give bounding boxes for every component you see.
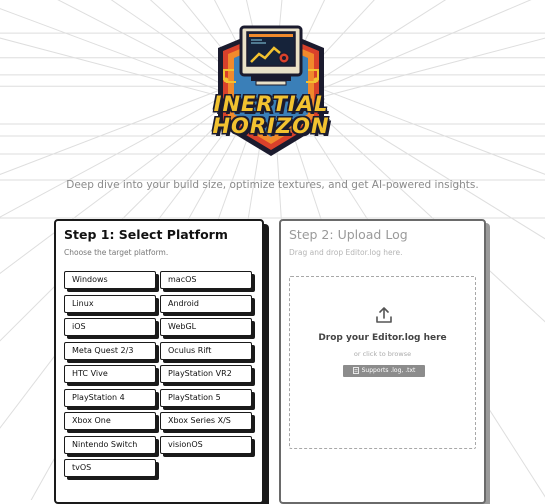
platform-button-ios[interactable]: iOS [64, 318, 156, 336]
platform-button-windows[interactable]: Windows [64, 271, 156, 289]
upload-log-card: Step 2: Upload Log Drag and drop Editor.… [279, 219, 486, 504]
log-dropzone[interactable]: Drop your Editor.log here or click to br… [289, 276, 476, 449]
platform-button-linux[interactable]: Linux [64, 294, 156, 313]
supported-formats-label: Supports .log, .txt [361, 367, 416, 374]
upload-icon [376, 307, 392, 323]
platform-selection-card: Step 1: Select Platform Choose the targe… [54, 219, 264, 504]
logo-emblem-graphic [218, 25, 324, 156]
tagline: Deep dive into your build size, optimize… [66, 179, 479, 191]
platform-button-xbox-series-x-s[interactable]: Xbox Series X/S [160, 412, 252, 430]
platform-button-meta-quest-2-3[interactable]: Meta Quest 2/3 [64, 341, 156, 360]
step2-title: Step 2: Upload Log [289, 227, 408, 242]
step2-subtitle: Drag and drop Editor.log here. [289, 248, 403, 257]
step1-title: Step 1: Select Platform [64, 227, 228, 242]
platform-grid: Windows macOS Linux Android iOS WebGL Meta Que… [64, 271, 252, 477]
platform-button-playstation-5[interactable]: PlayStation 5 [160, 388, 252, 407]
platform-button-xbox-one[interactable]: Xbox One [64, 412, 156, 430]
dropzone-title: Drop your Editor.log here [318, 333, 447, 343]
platform-button-android[interactable]: Android [160, 294, 252, 313]
dropzone-hint: or click to browse [353, 350, 412, 358]
platform-button-visionos[interactable]: visionOS [160, 435, 252, 454]
app-logo: INERTIAL HORIZON [196, 20, 346, 160]
supported-formats-badge: Supports .log, .txt [343, 365, 425, 377]
platform-button-playstation-4[interactable]: PlayStation 4 [64, 388, 156, 407]
platform-button-htc-vive[interactable]: HTC Vive [64, 365, 156, 383]
platform-button-nintendo-switch[interactable]: Nintendo Switch [64, 435, 156, 454]
platform-button-playstation-vr2[interactable]: PlayStation VR2 [160, 365, 252, 383]
platform-button-webgl[interactable]: WebGL [160, 318, 252, 336]
platform-button-macos[interactable]: macOS [160, 271, 252, 289]
logo-title-line2: HORIZON [212, 114, 330, 138]
logo-title-line1: INERTIAL [213, 92, 329, 116]
platform-button-oculus-rift[interactable]: Oculus Rift [160, 341, 252, 360]
file-icon [352, 367, 359, 374]
step1-subtitle: Choose the target platform. [64, 248, 169, 257]
platform-button-tvos[interactable]: tvOS [64, 459, 156, 477]
